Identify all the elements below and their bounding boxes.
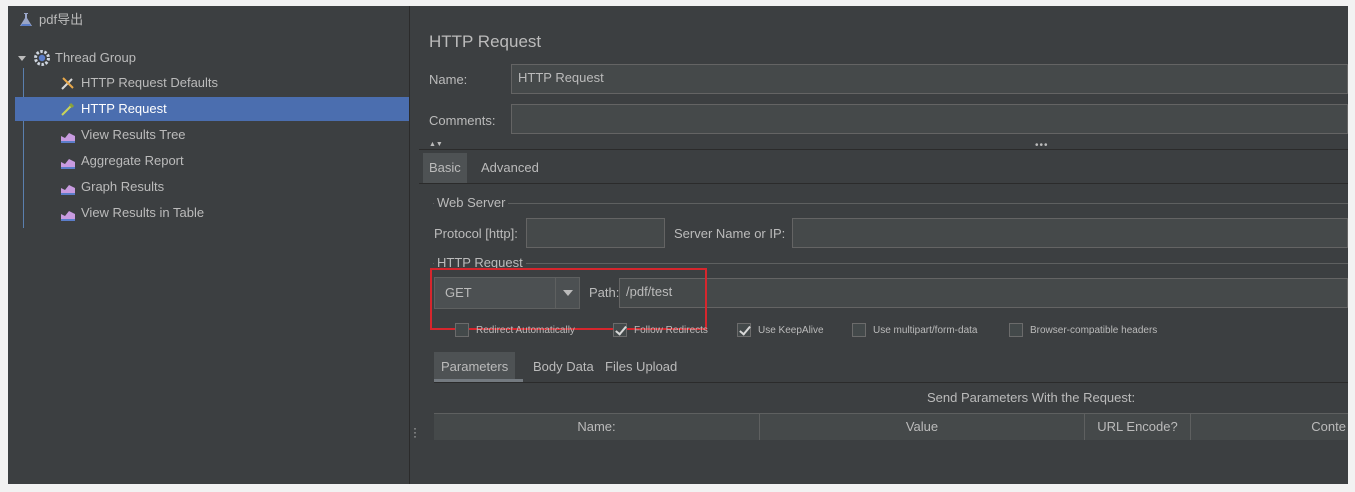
use-multipart-checkbox[interactable]: Use multipart/form-data — [852, 323, 977, 337]
name-label: Name: — [429, 72, 468, 87]
panel-splitter[interactable]: · · · — [409, 6, 419, 484]
pipette-icon — [60, 101, 76, 117]
splitter-grip-icon[interactable]: · · · — [412, 422, 418, 442]
tree-item-http-request-defaults[interactable]: HTTP Request Defaults — [60, 71, 218, 95]
tree-item-label: View Results in Table — [81, 205, 205, 220]
gear-icon — [34, 50, 50, 66]
checkbox-box[interactable] — [1009, 323, 1023, 337]
name-field[interactable]: HTTP Request — [511, 64, 1348, 94]
checkbox-box[interactable] — [852, 323, 866, 337]
tree-item-test-plan[interactable]: pdf导出 — [18, 8, 83, 32]
flask-icon — [18, 12, 34, 28]
column-header-value[interactable]: Value — [760, 414, 1085, 440]
tab-advanced[interactable]: Advanced — [481, 153, 539, 183]
tree-guide-line — [23, 68, 24, 228]
tree-item-graph-results[interactable]: Graph Results — [60, 175, 164, 199]
tab-body-data[interactable]: Body Data — [533, 352, 594, 382]
tree-item-label: Thread Group — [55, 50, 136, 65]
chart-icon — [60, 205, 76, 221]
checkbox-label: Use multipart/form-data — [873, 324, 978, 336]
protocol-field[interactable] — [526, 218, 665, 248]
tree-item-label: View Results Tree — [81, 127, 186, 142]
column-header-url-encode[interactable]: URL Encode? — [1085, 414, 1191, 440]
expand-arrow-icon[interactable] — [18, 55, 26, 61]
more-dots-icon[interactable]: ••• — [1035, 140, 1049, 151]
web-server-group — [433, 203, 1348, 204]
comments-field[interactable] — [511, 104, 1348, 134]
server-field[interactable] — [792, 218, 1348, 248]
redirect-automatically-checkbox[interactable]: Redirect Automatically — [455, 323, 575, 337]
checkbox-label: Follow Redirects — [634, 324, 708, 336]
path-field[interactable]: /pdf/test — [619, 278, 1348, 308]
checkbox-label: Browser-compatible headers — [1030, 324, 1158, 336]
tree-item-label: Graph Results — [81, 179, 165, 194]
jmeter-window: pdf导出 Thread Group HTTP Request Defaults… — [8, 6, 1348, 484]
tree-item-http-request[interactable]: HTTP Request — [15, 97, 409, 121]
checkbox-label: Use KeepAlive — [758, 324, 824, 336]
use-keepalive-checkbox[interactable]: Use KeepAlive — [737, 323, 824, 337]
test-plan-tree: pdf导出 Thread Group HTTP Request Defaults… — [8, 6, 409, 484]
collapse-arrows-icon[interactable]: ▲▼ — [429, 141, 443, 148]
protocol-label: Protocol [http]: — [434, 226, 518, 241]
follow-redirects-checkbox[interactable]: Follow Redirects — [613, 323, 708, 337]
column-header-name[interactable]: Name: — [434, 414, 760, 440]
tab-parameters[interactable]: Parameters — [434, 352, 516, 382]
tab-basic[interactable]: Basic — [423, 153, 467, 183]
tree-item-thread-group[interactable]: Thread Group — [18, 46, 136, 70]
checkbox-box[interactable] — [737, 323, 751, 337]
chart-icon — [60, 153, 76, 169]
parameters-table-header: Name: Value URL Encode? Conte — [434, 413, 1348, 440]
parameters-caption: Send Parameters With the Request: — [927, 390, 1136, 405]
tree-item-label: pdf导出 — [39, 12, 84, 27]
chart-icon — [60, 179, 76, 195]
tree-item-aggregate-report[interactable]: Aggregate Report — [60, 149, 184, 173]
http-request-panel: HTTP Request Name: HTTP Request Comments… — [419, 6, 1348, 484]
tree-item-label: HTTP Request Defaults — [81, 75, 219, 90]
browser-compatible-headers-checkbox[interactable]: Browser-compatible headers — [1009, 323, 1157, 337]
comments-label: Comments: — [429, 113, 496, 128]
param-tab-divider — [434, 382, 1348, 383]
wrench-icon — [60, 75, 76, 91]
chart-icon — [60, 127, 76, 143]
column-header-content[interactable]: Conte — [1191, 414, 1348, 440]
http-request-group — [433, 263, 1348, 264]
highlight-annotation-box — [430, 268, 707, 330]
tab-files-upload[interactable]: Files Upload — [605, 352, 677, 382]
tree-item-label: HTTP Request — [81, 101, 167, 116]
checkbox-label: Redirect Automatically — [476, 324, 575, 336]
page-title: HTTP Request — [429, 32, 542, 51]
tree-item-view-results-in-table[interactable]: View Results in Table — [60, 201, 204, 225]
tree-item-view-results-tree[interactable]: View Results Tree — [60, 123, 186, 147]
collapse-divider[interactable] — [419, 142, 1348, 150]
server-label: Server Name or IP: — [674, 226, 786, 241]
tab-divider — [419, 183, 1348, 184]
web-server-legend: Web Server — [434, 195, 509, 210]
checkbox-box[interactable] — [455, 323, 469, 337]
tree-item-label: Aggregate Report — [81, 153, 184, 168]
checkbox-box[interactable] — [613, 323, 627, 337]
